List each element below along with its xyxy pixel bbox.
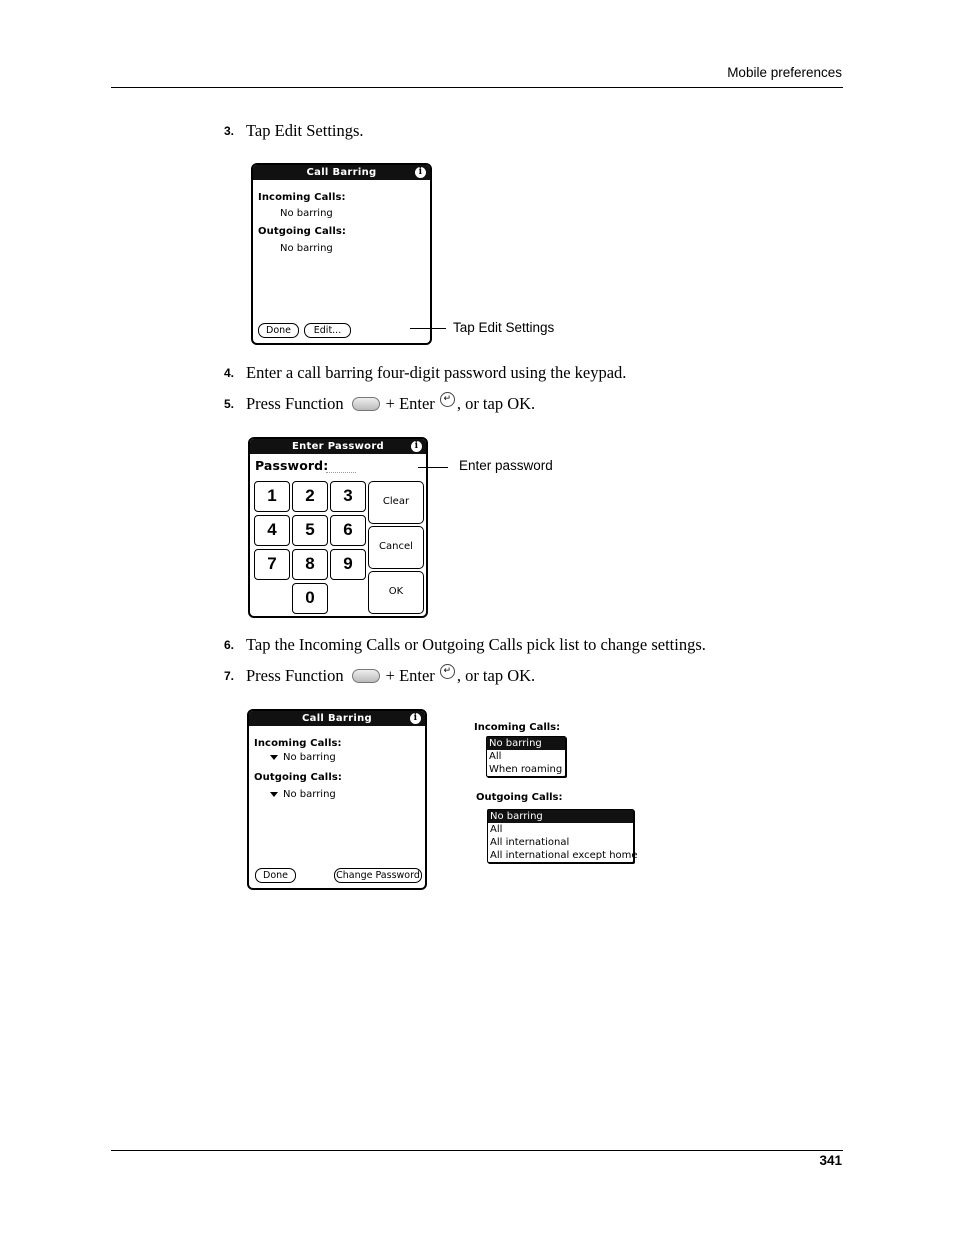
step-text: Tap the Incoming Calls or Outgoing Calls… [246, 635, 706, 654]
picklist-option[interactable]: All [487, 750, 565, 763]
function-key-icon [351, 397, 380, 411]
key-7[interactable]: 7 [254, 549, 290, 580]
key-2[interactable]: 2 [292, 481, 328, 512]
step-text-post: , or tap OK. [456, 666, 536, 685]
callout-line [418, 467, 448, 468]
dropdown-arrow-icon [270, 754, 278, 760]
step-number: 4. [224, 366, 235, 380]
key-0[interactable]: 0 [292, 583, 328, 614]
password-input[interactable] [326, 472, 356, 473]
change-password-button[interactable]: Change Password [334, 868, 422, 883]
outgoing-calls-picker[interactable]: No barring [270, 789, 336, 800]
picklist-option[interactable]: All [488, 823, 633, 836]
screen-title: Call Barring [302, 713, 372, 724]
picklist-option[interactable]: All international except home [488, 849, 638, 862]
page-number: 341 [819, 1153, 842, 1168]
key-5[interactable]: 5 [292, 515, 328, 546]
screen-title-bar: Enter Password i [250, 439, 426, 454]
step-text-pre: Press Function [246, 666, 344, 685]
enter-key-icon: ↵ [439, 663, 455, 679]
function-key-icon [351, 669, 380, 683]
key-1[interactable]: 1 [254, 481, 290, 512]
step-number: 3. [224, 124, 235, 138]
screen-title-bar: Call Barring i [253, 165, 430, 180]
step-3: 3. Tap Edit Settings. [224, 121, 364, 141]
step-4: 4. Enter a call barring four-digit passw… [224, 363, 626, 383]
step-text-mid: + Enter [385, 666, 435, 685]
step-7: 7. Press Function + Enter ↵ , or tap OK. [224, 663, 536, 686]
step-text: Tap Edit Settings. [246, 121, 364, 140]
picklist-option-selected[interactable]: No barring [487, 737, 565, 750]
call-barring-screen: Call Barring i Incoming Calls: No barrin… [251, 163, 432, 345]
incoming-picklist-label: Incoming Calls: [474, 722, 561, 733]
step-text: Enter a call barring four-digit password… [246, 363, 627, 382]
outgoing-calls-value: No barring [280, 243, 333, 254]
screen-title: Call Barring [306, 167, 377, 178]
key-8[interactable]: 8 [292, 549, 328, 580]
outgoing-calls-label: Outgoing Calls: [254, 772, 343, 783]
step-6: 6. Tap the Incoming Calls or Outgoing Ca… [224, 635, 706, 655]
callout-line [410, 328, 446, 329]
info-icon[interactable]: i [411, 441, 422, 452]
outgoing-calls-value: No barring [283, 789, 336, 800]
screen-title-bar: Call Barring i [249, 711, 425, 726]
outgoing-picklist-label: Outgoing Calls: [476, 792, 563, 803]
picklist-option[interactable]: When roaming [487, 763, 565, 776]
incoming-calls-value: No barring [280, 208, 333, 219]
password-label: Password: [255, 458, 329, 473]
info-icon[interactable]: i [415, 167, 426, 178]
edit-button[interactable]: Edit... [304, 323, 351, 338]
step-number: 6. [224, 638, 235, 652]
incoming-calls-label: Incoming Calls: [254, 738, 342, 749]
incoming-calls-picker[interactable]: No barring [270, 752, 336, 763]
clear-button[interactable]: Clear [368, 481, 424, 524]
step-text-post: , or tap OK. [456, 394, 536, 413]
outgoing-calls-label: Outgoing Calls: [258, 226, 347, 237]
step-5: 5. Press Function + Enter ↵ , or tap OK. [224, 391, 536, 414]
header-rule [111, 87, 843, 88]
key-9[interactable]: 9 [330, 549, 366, 580]
step-text-pre: Press Function [246, 394, 344, 413]
enter-key-icon: ↵ [439, 391, 455, 407]
cancel-button[interactable]: Cancel [368, 526, 424, 569]
done-button[interactable]: Done [255, 868, 296, 883]
callout-enter-password: Enter password [459, 458, 553, 473]
incoming-calls-label: Incoming Calls: [258, 192, 346, 203]
incoming-picklist[interactable]: No barring All When roaming [486, 736, 566, 777]
key-3[interactable]: 3 [330, 481, 366, 512]
picklist-option-selected[interactable]: No barring [488, 810, 633, 823]
call-barring-edit-screen: Call Barring i Incoming Calls: No barrin… [247, 709, 427, 890]
callout-tap-edit-settings: Tap Edit Settings [453, 320, 555, 335]
screen-title: Enter Password [291, 441, 385, 452]
key-6[interactable]: 6 [330, 515, 366, 546]
footer-rule [111, 1150, 843, 1151]
dropdown-arrow-icon [270, 791, 278, 797]
step-text-mid: + Enter [385, 394, 435, 413]
step-number: 5. [224, 397, 235, 411]
key-4[interactable]: 4 [254, 515, 290, 546]
outgoing-picklist[interactable]: No barring All All international All int… [487, 809, 638, 863]
done-button[interactable]: Done [258, 323, 299, 338]
enter-password-screen: Enter Password i Password: 1 2 3 4 5 6 7… [248, 437, 428, 618]
info-icon[interactable]: i [410, 713, 421, 724]
running-head: Mobile preferences [727, 65, 842, 80]
incoming-calls-value: No barring [283, 752, 336, 763]
step-number: 7. [224, 669, 235, 683]
ok-button[interactable]: OK [368, 571, 424, 614]
picklist-option[interactable]: All international [488, 836, 633, 849]
